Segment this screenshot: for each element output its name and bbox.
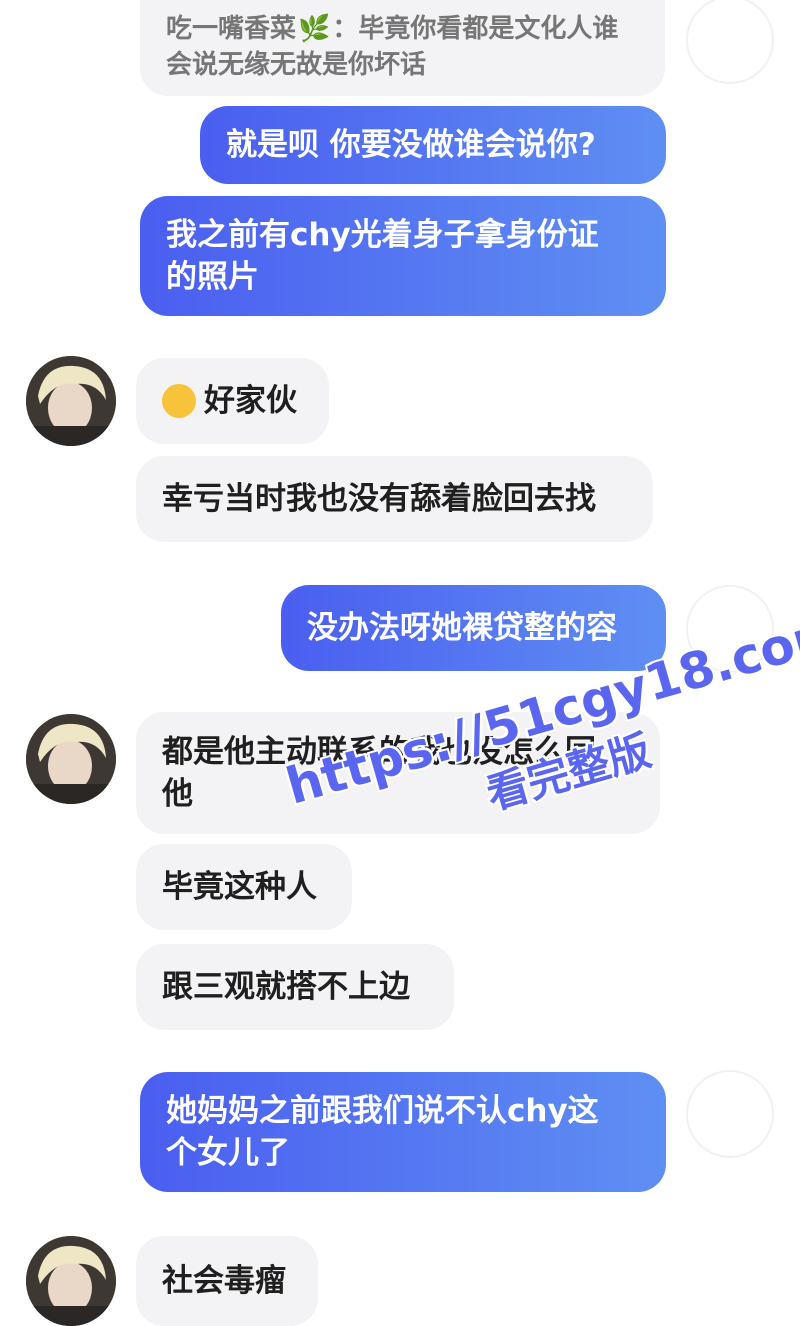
message-text-line-2: 他 xyxy=(162,776,193,812)
quote-text-1: ：毕竟你看都是文化人谁 xyxy=(332,14,619,44)
contact-avatar[interactable] xyxy=(26,356,116,446)
quote-line-1: 吃一嘴香菜🌿：毕竟你看都是文化人谁 xyxy=(166,11,618,47)
outgoing-message-bubble[interactable]: 没办法呀她裸贷整的容 xyxy=(281,585,666,671)
message-text: 幸亏当时我也没有舔着脸回去找 xyxy=(162,481,596,517)
message-text: 毕竟这种人 xyxy=(162,869,317,905)
incoming-message-bubble[interactable]: 跟三观就搭不上边 xyxy=(136,944,454,1030)
outgoing-message-bubble[interactable]: 我之前有chy光着身子拿身份证 的照片 xyxy=(140,196,666,316)
outgoing-message-bubble[interactable]: 就是呗 你要没做谁会说你? xyxy=(200,106,666,184)
message-text-line-1: 我之前有chy光着身子拿身份证 xyxy=(166,217,599,253)
outgoing-message-bubble[interactable]: 她妈妈之前跟我们说不认chy这 个女儿了 xyxy=(140,1072,666,1192)
message-text: 就是呗 你要没做谁会说你? xyxy=(226,127,596,163)
message-text: 社会毒瘤 xyxy=(162,1263,286,1299)
quote-sender-name: 吃一嘴香菜 xyxy=(166,14,297,44)
message-text-line-1: 她妈妈之前跟我们说不认chy这 xyxy=(166,1093,599,1129)
message-text: 跟三观就搭不上边 xyxy=(162,969,410,1005)
quote-line-2: 会说无缘无故是你坏话 xyxy=(166,50,427,80)
message-text-line-2: 的照片 xyxy=(166,259,259,295)
incoming-message-bubble[interactable]: 好家伙 xyxy=(136,358,329,444)
incoming-message-bubble[interactable]: 幸亏当时我也没有舔着脸回去找 xyxy=(136,456,653,542)
message-text: 没办法呀她裸贷整的容 xyxy=(307,610,617,646)
self-avatar[interactable] xyxy=(686,0,774,84)
message-text-line-2: 个女儿了 xyxy=(166,1135,290,1171)
contact-avatar[interactable] xyxy=(26,714,116,804)
contact-avatar[interactable] xyxy=(26,1236,116,1326)
crying-laughing-emoji xyxy=(162,384,196,418)
self-avatar[interactable] xyxy=(686,1070,774,1158)
leaf-icon: 🌿 xyxy=(298,14,331,44)
quoted-message-bubble[interactable]: 吃一嘴香菜🌿：毕竟你看都是文化人谁 会说无缘无故是你坏话 xyxy=(140,0,665,96)
incoming-message-bubble[interactable]: 社会毒瘤 xyxy=(136,1236,318,1326)
message-text: 好家伙 xyxy=(204,383,297,419)
